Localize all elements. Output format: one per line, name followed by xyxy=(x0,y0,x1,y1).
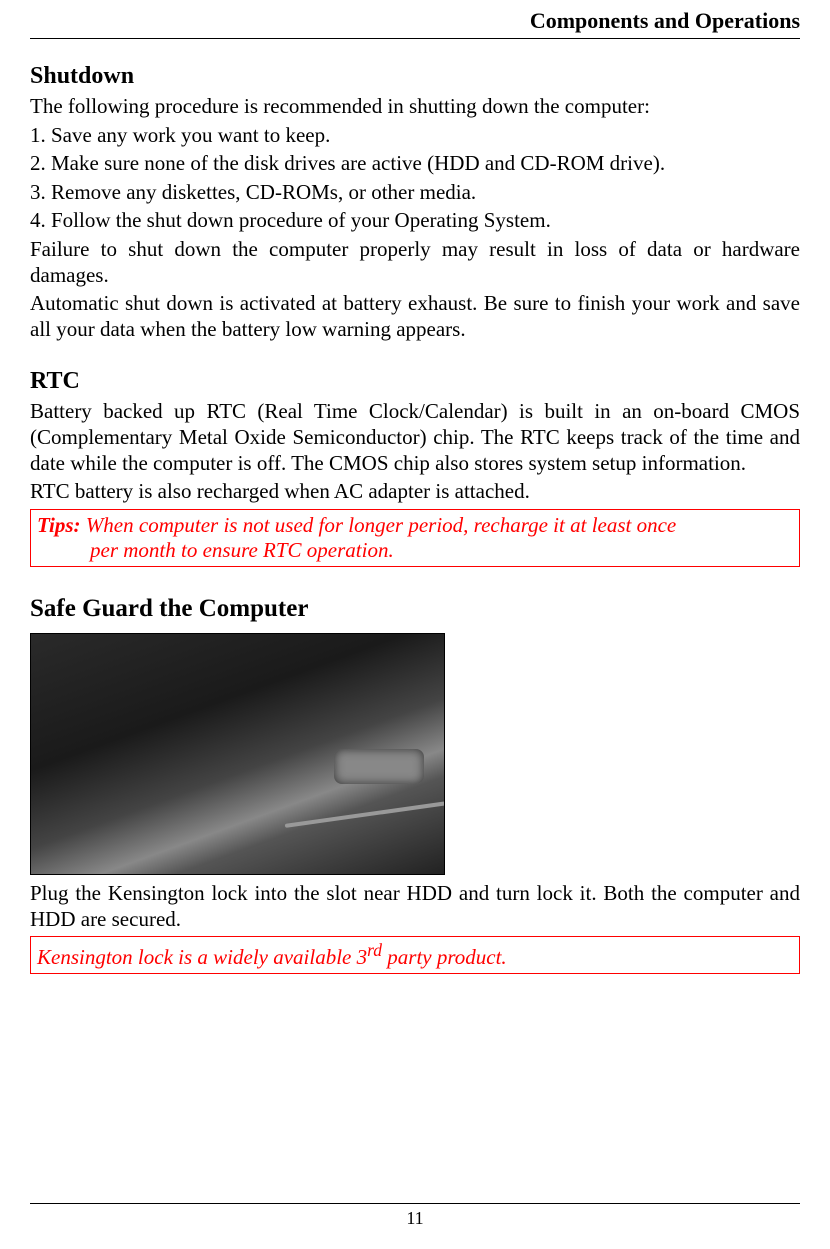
tips-text-line2: per month to ensure RTC operation. xyxy=(90,538,394,562)
kensington-lock-photo xyxy=(30,633,445,875)
tips-text-line1: When computer is not used for longer per… xyxy=(81,513,677,537)
shutdown-warning-2: Automatic shut down is activated at batt… xyxy=(30,291,800,342)
shutdown-intro: The following procedure is recommended i… xyxy=(30,94,800,120)
note-text-suffix: party product. xyxy=(382,945,507,969)
shutdown-step-1: 1. Save any work you want to keep. xyxy=(30,123,800,149)
safeguard-heading: Safe Guard the Computer xyxy=(30,595,800,623)
rtc-paragraph-2: RTC battery is also recharged when AC ad… xyxy=(30,479,800,505)
page-footer: 11 xyxy=(30,1203,800,1229)
rtc-heading: RTC xyxy=(30,368,800,395)
safeguard-paragraph: Plug the Kensington lock into the slot n… xyxy=(30,881,800,932)
rtc-paragraph-1: Battery backed up RTC (Real Time Clock/C… xyxy=(30,399,800,476)
shutdown-step-3: 3. Remove any diskettes, CD-ROMs, or oth… xyxy=(30,180,800,206)
shutdown-heading: Shutdown xyxy=(30,63,800,90)
header-title: Components and Operations xyxy=(30,0,800,39)
tips-callout: Tips: When computer is not used for long… xyxy=(30,509,800,567)
shutdown-step-2: 2. Make sure none of the disk drives are… xyxy=(30,151,800,177)
shutdown-warning-1: Failure to shut down the computer proper… xyxy=(30,237,800,288)
page-number: 11 xyxy=(406,1208,423,1228)
note-text-sup: rd xyxy=(367,940,382,960)
note-callout: Kensington lock is a widely available 3r… xyxy=(30,936,800,974)
tips-label: Tips: xyxy=(37,513,81,537)
shutdown-step-4: 4. Follow the shut down procedure of you… xyxy=(30,208,800,234)
note-text-prefix: Kensington lock is a widely available 3 xyxy=(37,945,367,969)
